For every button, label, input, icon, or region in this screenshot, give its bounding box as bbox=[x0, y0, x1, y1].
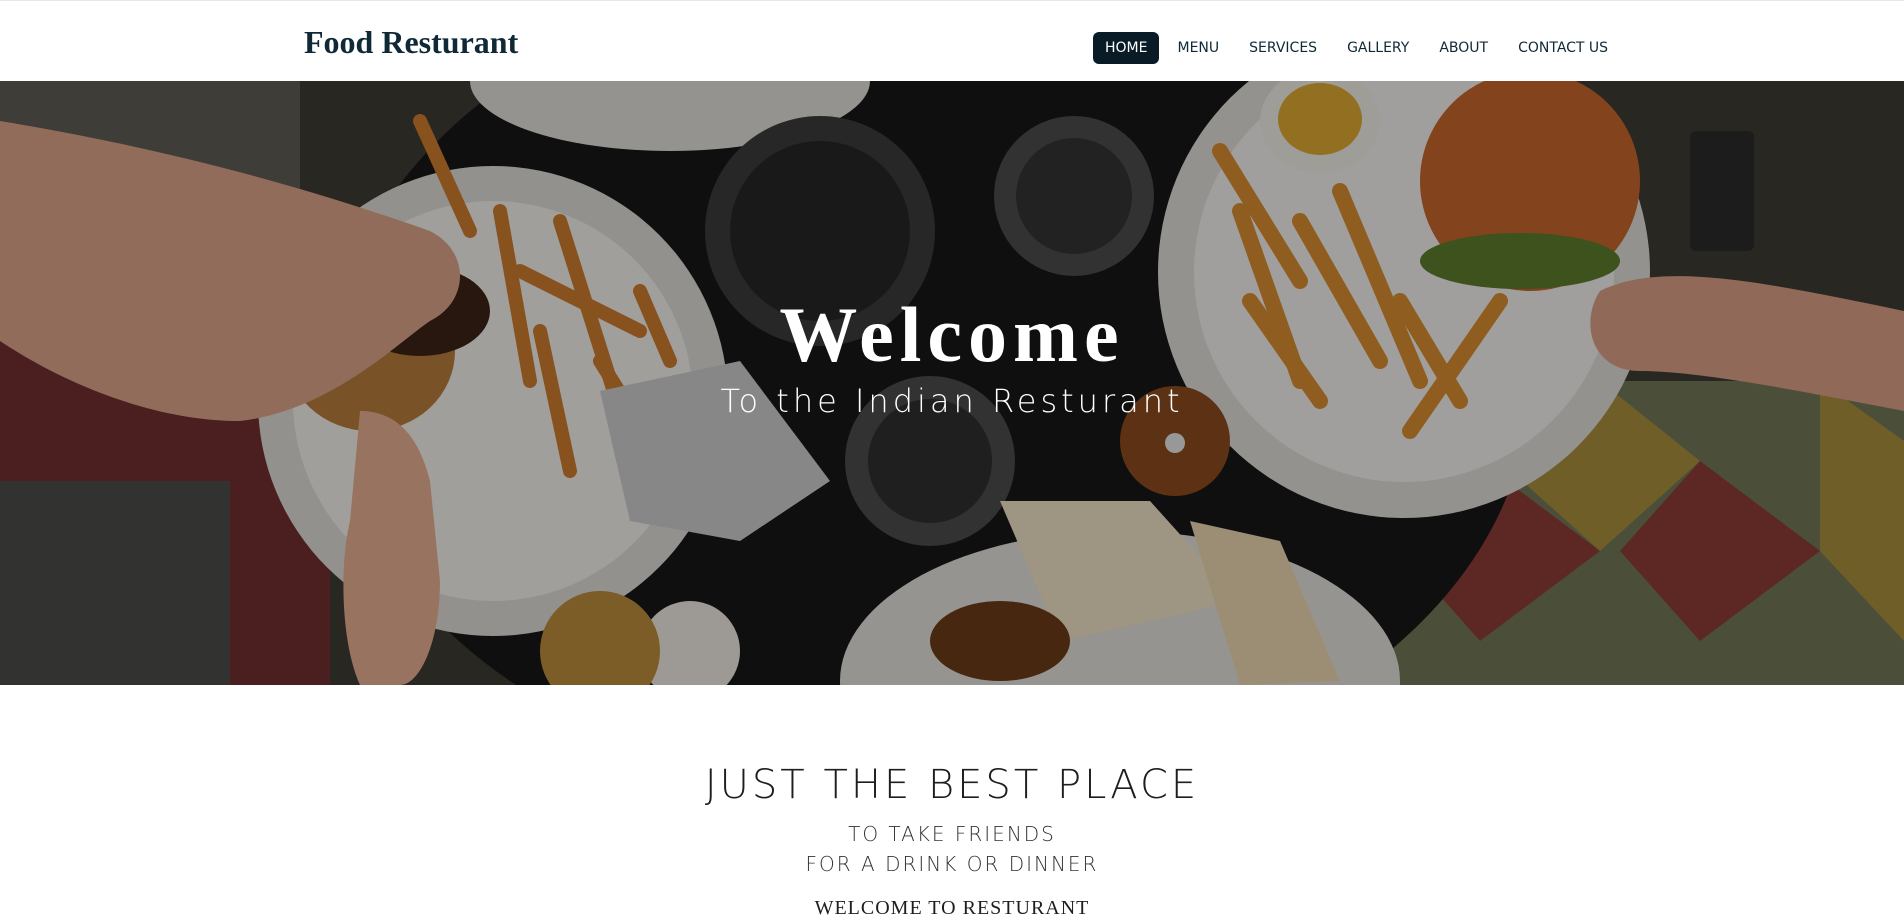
hero-banner: Welcome To the Indian Resturant bbox=[0, 81, 1904, 685]
hero-subtitle: To the Indian Resturant bbox=[720, 382, 1184, 420]
hero-title: Welcome bbox=[779, 291, 1125, 378]
intro-heading: JUST THE BEST PLACE bbox=[704, 762, 1200, 808]
navbar: Food Resturant HOME MENU SERVICES GALLER… bbox=[0, 0, 1904, 81]
nav-item-contact-us[interactable]: CONTACT US bbox=[1506, 32, 1620, 64]
intro-section: JUST THE BEST PLACE TO TAKE FRIENDS FOR … bbox=[0, 685, 1904, 919]
nav-item-about[interactable]: ABOUT bbox=[1427, 32, 1500, 64]
main-nav: HOME MENU SERVICES GALLERY ABOUT CONTACT… bbox=[1093, 32, 1626, 64]
intro-line-friends: TO TAKE FRIENDS bbox=[848, 822, 1056, 846]
nav-item-menu[interactable]: MENU bbox=[1165, 32, 1231, 64]
nav-item-home[interactable]: HOME bbox=[1093, 32, 1160, 64]
brand-logo[interactable]: Food Resturant bbox=[304, 23, 518, 61]
intro-line-dinner: FOR A DRINK OR DINNER bbox=[805, 852, 1099, 876]
nav-item-services[interactable]: SERVICES bbox=[1237, 32, 1329, 64]
nav-item-gallery[interactable]: GALLERY bbox=[1335, 32, 1421, 64]
intro-welcome-text: WELCOME TO RESTURANT bbox=[814, 897, 1090, 919]
